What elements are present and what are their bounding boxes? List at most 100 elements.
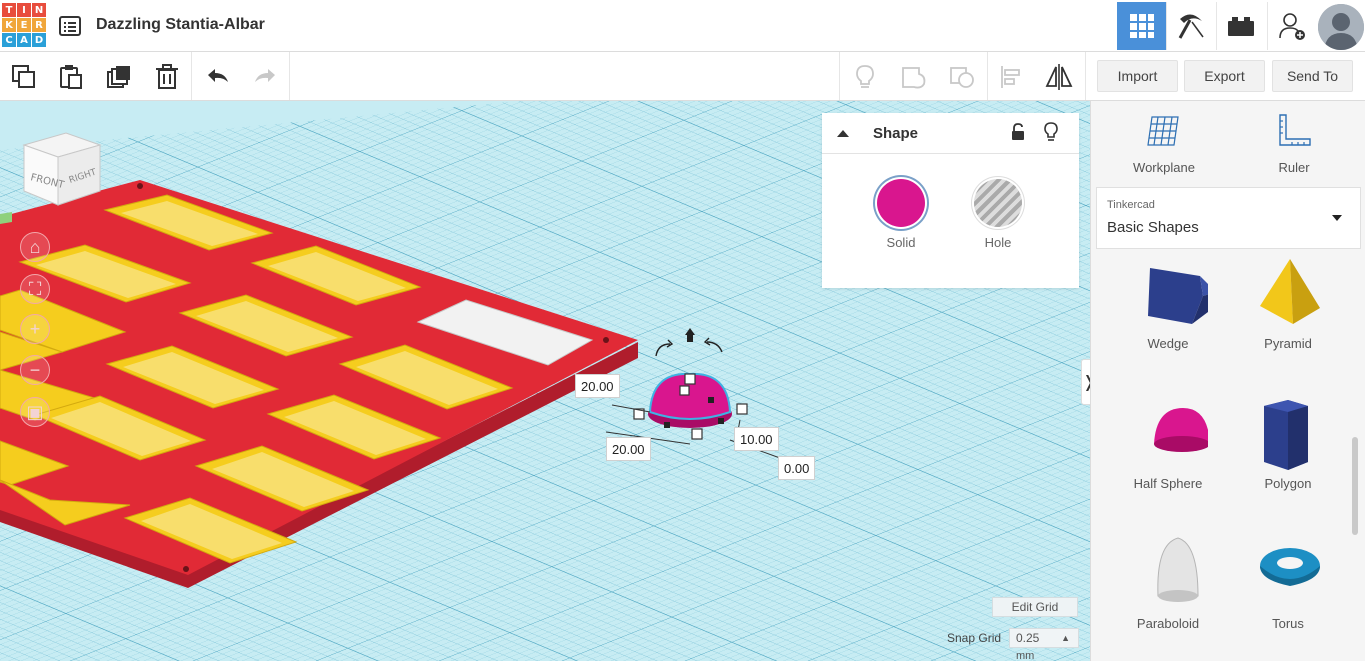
shape-library-dropdown[interactable]: Tinkercad Basic Shapes xyxy=(1096,187,1361,249)
duplicate-icon xyxy=(107,66,130,88)
library-group-label: Tinkercad xyxy=(1107,199,1155,211)
add-user-button[interactable] xyxy=(1267,2,1316,50)
home-icon: ⌂ xyxy=(29,236,41,257)
delete-button[interactable] xyxy=(152,62,182,92)
plus-icon: + xyxy=(29,318,41,339)
logo-letter: R xyxy=(32,18,46,32)
wedge-icon xyxy=(1148,268,1208,324)
elevation-dimension-field[interactable]: 0.00 xyxy=(778,456,816,480)
undo-icon xyxy=(208,69,228,82)
logo-letter: T xyxy=(2,3,16,17)
logo-letter: C xyxy=(2,33,16,47)
ungroup-button[interactable] xyxy=(947,62,977,92)
top-bar: TIN KER CAD Dazzling Stantia-Albar xyxy=(0,0,1365,52)
toolbar-divider xyxy=(1085,52,1086,100)
cube-icon: ▣ xyxy=(26,401,44,422)
fit-view-icon: ⛶ xyxy=(28,278,42,299)
redo-icon xyxy=(255,69,275,82)
undo-button[interactable] xyxy=(203,62,233,92)
group-button[interactable] xyxy=(899,62,929,92)
shape-polygon[interactable]: Polygon xyxy=(1233,396,1343,516)
home-view-button[interactable]: ⌂ xyxy=(20,232,50,262)
shape-label: Wedge xyxy=(1147,336,1189,351)
shape-paraboloid[interactable]: Paraboloid xyxy=(1113,536,1223,656)
hole-label: Hole xyxy=(984,235,1012,250)
tinkercad-logo[interactable]: TIN KER CAD xyxy=(2,3,46,49)
design-menu-icon[interactable] xyxy=(58,14,82,38)
ungroup-icon xyxy=(950,67,974,88)
redo-button[interactable] xyxy=(250,62,280,92)
half-sphere-icon xyxy=(1154,408,1208,452)
paraboloid-icon xyxy=(1157,537,1199,602)
lightbulb-icon[interactable] xyxy=(1042,121,1060,143)
workplane-icon xyxy=(1147,116,1179,146)
import-button[interactable]: Import xyxy=(1097,60,1178,92)
library-name: Basic Shapes xyxy=(1107,219,1199,236)
lock-icon[interactable] xyxy=(1009,122,1027,142)
3d-design-button[interactable] xyxy=(1117,2,1166,50)
shape-panel-header: Shape xyxy=(822,113,1079,154)
paste-icon xyxy=(60,65,82,89)
shape-torus[interactable]: Torus xyxy=(1233,536,1343,656)
group-icon xyxy=(902,67,926,89)
paste-button[interactable] xyxy=(56,62,86,92)
edit-grid-button[interactable]: Edit Grid xyxy=(992,597,1078,617)
align-button[interactable] xyxy=(996,62,1026,92)
shape-pyramid[interactable]: Pyramid xyxy=(1233,256,1343,376)
caret-up-icon: ▲ xyxy=(1061,633,1070,643)
send-to-button[interactable]: Send To xyxy=(1272,60,1353,92)
sidebar-scrollbar[interactable] xyxy=(1352,437,1358,535)
mirror-button[interactable] xyxy=(1044,62,1074,92)
toolbar-divider xyxy=(289,52,290,100)
logo-letter: K xyxy=(2,18,16,32)
solid-color-swatch[interactable] xyxy=(877,179,925,227)
workplane-tool[interactable]: Workplane xyxy=(1119,113,1209,175)
avatar[interactable] xyxy=(1318,4,1364,50)
ruler-tool[interactable]: Ruler xyxy=(1249,113,1339,175)
hole-swatch[interactable] xyxy=(974,179,1022,227)
solid-label: Solid xyxy=(886,235,916,250)
bricks-button[interactable] xyxy=(1216,2,1265,50)
copy-button[interactable] xyxy=(9,62,39,92)
ruler-icon xyxy=(1279,114,1311,146)
collapse-up-icon[interactable] xyxy=(835,127,851,139)
shape-label: Pyramid xyxy=(1264,336,1312,351)
snap-grid-unit: mm xyxy=(1016,650,1035,662)
view-cube[interactable]: FRONT RIGHT xyxy=(20,125,104,209)
toolbar: Import Export Send To xyxy=(0,52,1365,101)
user-avatar-icon xyxy=(1318,4,1364,50)
zoom-out-button[interactable]: − xyxy=(20,355,50,385)
shape-label: Paraboloid xyxy=(1136,616,1200,631)
shape-label: Polygon xyxy=(1264,476,1312,491)
shape-inspector-panel: Shape Solid Hole xyxy=(822,113,1079,288)
depth-dimension-field[interactable]: 10.00 xyxy=(734,427,779,451)
copy-icon xyxy=(12,65,35,88)
lightbulb-icon xyxy=(856,65,874,88)
fit-view-button[interactable]: ⛶ xyxy=(20,274,50,304)
shape-label: Torus xyxy=(1272,616,1304,631)
perspective-button[interactable]: ▣ xyxy=(20,397,50,427)
design-title[interactable]: Dazzling Stantia-Albar xyxy=(96,16,265,34)
toolbar-divider xyxy=(839,52,840,100)
pickaxe-icon xyxy=(1178,14,1204,39)
blocks-button[interactable] xyxy=(1166,2,1215,50)
grid-icon xyxy=(1129,14,1154,38)
width-dimension-field[interactable]: 20.00 xyxy=(606,437,651,461)
height-dimension-field[interactable]: 20.00 xyxy=(575,374,620,398)
duplicate-button[interactable] xyxy=(104,62,134,92)
align-icon xyxy=(1001,66,1020,88)
toolbar-divider xyxy=(191,52,192,100)
zoom-in-button[interactable]: + xyxy=(20,314,50,344)
shape-wedge[interactable]: Wedge xyxy=(1113,256,1223,376)
logo-letter: N xyxy=(32,3,46,17)
add-user-icon xyxy=(1279,13,1305,40)
logo-letter: I xyxy=(17,3,31,17)
shape-half-sphere[interactable]: Half Sphere xyxy=(1113,396,1223,516)
notes-button[interactable] xyxy=(850,62,880,92)
snap-grid-label: Snap Grid xyxy=(947,631,1002,645)
shapes-grid: Wedge Pyramid Half Sphere Polygon Parabo… xyxy=(1091,256,1365,661)
snap-grid-select[interactable]: 0.25 ▲ xyxy=(1009,628,1079,648)
ruler-label: Ruler xyxy=(1278,160,1310,175)
export-button[interactable]: Export xyxy=(1184,60,1265,92)
caret-down-icon xyxy=(1332,215,1342,221)
